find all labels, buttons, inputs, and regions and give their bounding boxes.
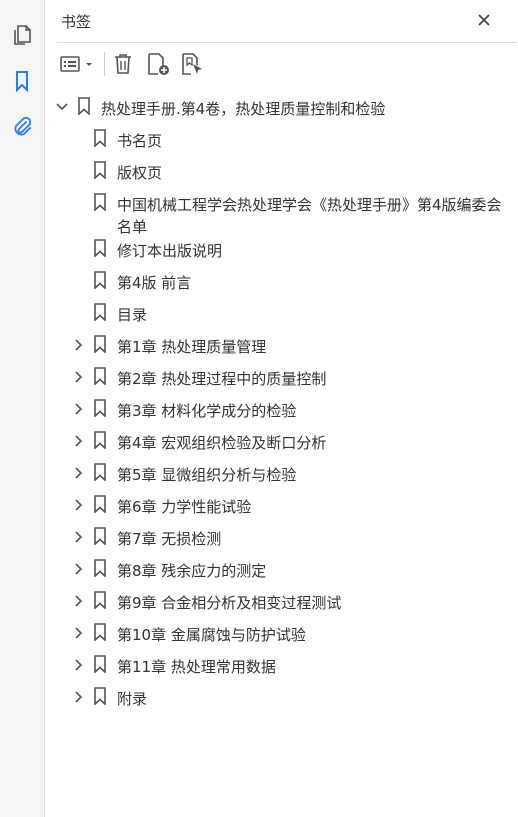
new-bookmark-icon <box>148 53 169 75</box>
bookmark-icon <box>93 367 107 389</box>
chevron-right-icon[interactable] <box>72 562 86 576</box>
chevron-right-icon[interactable] <box>72 498 86 512</box>
bookmark-label: 版权页 <box>117 164 163 182</box>
bookmark-icon <box>93 271 107 293</box>
bookmark-icon <box>93 161 107 183</box>
bookmark-label: 中国机械工程学会热处理学会《热处理手册》第4版编委会 名单 <box>117 196 517 236</box>
toolbar-separator <box>104 52 105 76</box>
chevron-right-icon[interactable] <box>72 370 86 384</box>
bookmark-icon <box>93 239 107 261</box>
bookmark-icon <box>93 335 107 357</box>
bookmark-icon <box>93 655 107 677</box>
bookmark-label: 附录 <box>117 690 148 708</box>
bookmark-icon <box>93 527 107 549</box>
bookmark-icon <box>93 591 107 613</box>
bookmark-label: 第8章 残余应力的测定 <box>117 562 267 580</box>
bookmarks-toolbar <box>45 44 518 84</box>
delete-bookmark-button[interactable] <box>111 51 135 77</box>
chevron-right-icon[interactable] <box>72 466 86 480</box>
chevron-right-icon[interactable] <box>72 626 86 640</box>
chevron-down-icon[interactable] <box>55 100 69 114</box>
chevron-right-icon[interactable] <box>72 434 86 448</box>
bookmark-icon <box>93 623 107 645</box>
bookmark-icon <box>93 431 107 453</box>
bookmark-icon <box>93 687 107 709</box>
bookmark-icon <box>93 193 107 215</box>
bookmark-from-selection-icon <box>182 53 202 75</box>
header-divider <box>57 42 517 43</box>
bookmark-label: 第6章 力学性能试验 <box>117 498 252 516</box>
bookmark-label: 目录 <box>117 306 148 324</box>
bookmark-label: 第11章 热处理常用数据 <box>117 658 276 676</box>
bookmark-from-selection-button[interactable] <box>179 51 205 77</box>
options-menu-icon <box>60 56 92 72</box>
bookmarks-panel: 书签 热处理手册.第4卷，热处理质量控制和检验 书名页 版权页 中国机械工程学会… <box>45 0 518 817</box>
left-rail <box>0 0 45 817</box>
bookmark-icon <box>93 399 107 421</box>
new-bookmark-button[interactable] <box>145 51 171 77</box>
bookmark-label: 第7章 无损检测 <box>117 530 222 548</box>
chevron-right-icon[interactable] <box>72 402 86 416</box>
bookmark-label: 修订本出版说明 <box>117 242 223 260</box>
bookmark-icon <box>93 303 107 325</box>
chevron-right-icon[interactable] <box>72 594 86 608</box>
bookmark-label: 第4版 前言 <box>117 274 192 292</box>
bookmark-label: 第3章 材料化学成分的检验 <box>117 402 297 420</box>
chevron-right-icon[interactable] <box>72 338 86 352</box>
bookmark-icon <box>78 97 90 115</box>
delete-icon <box>115 54 131 74</box>
bookmark-label: 第9章 合金相分析及相变过程测试 <box>117 594 342 612</box>
chevron-right-icon[interactable] <box>72 530 86 544</box>
panel-header: 书签 <box>45 0 500 42</box>
bookmark-label: 第4章 宏观组织检验及断口分析 <box>117 434 327 452</box>
bookmark-label: 第10章 金属腐蚀与防护试验 <box>117 626 306 644</box>
chevron-right-icon[interactable] <box>72 658 86 672</box>
bookmark-icon <box>93 559 107 581</box>
panel-title: 书签 <box>61 13 92 31</box>
bookmark-icon[interactable] <box>10 69 34 93</box>
close-icon[interactable] <box>474 10 494 30</box>
bookmark-label: 第5章 显微组织分析与检验 <box>117 466 297 484</box>
attachment-icon[interactable] <box>10 115 34 139</box>
bookmark-icon <box>93 495 107 517</box>
copy-pages-icon[interactable] <box>10 23 34 47</box>
chevron-right-icon[interactable] <box>72 690 86 704</box>
tree-root-label: 热处理手册.第4卷，热处理质量控制和检验 <box>101 100 386 118</box>
bookmark-icon <box>93 129 107 151</box>
bookmark-label: 书名页 <box>117 132 163 150</box>
bookmark-label: 第1章 热处理质量管理 <box>117 338 267 356</box>
options-menu-button[interactable] <box>59 51 97 77</box>
bookmark-label: 第2章 热处理过程中的质量控制 <box>117 370 327 388</box>
bookmark-icon <box>93 463 107 485</box>
